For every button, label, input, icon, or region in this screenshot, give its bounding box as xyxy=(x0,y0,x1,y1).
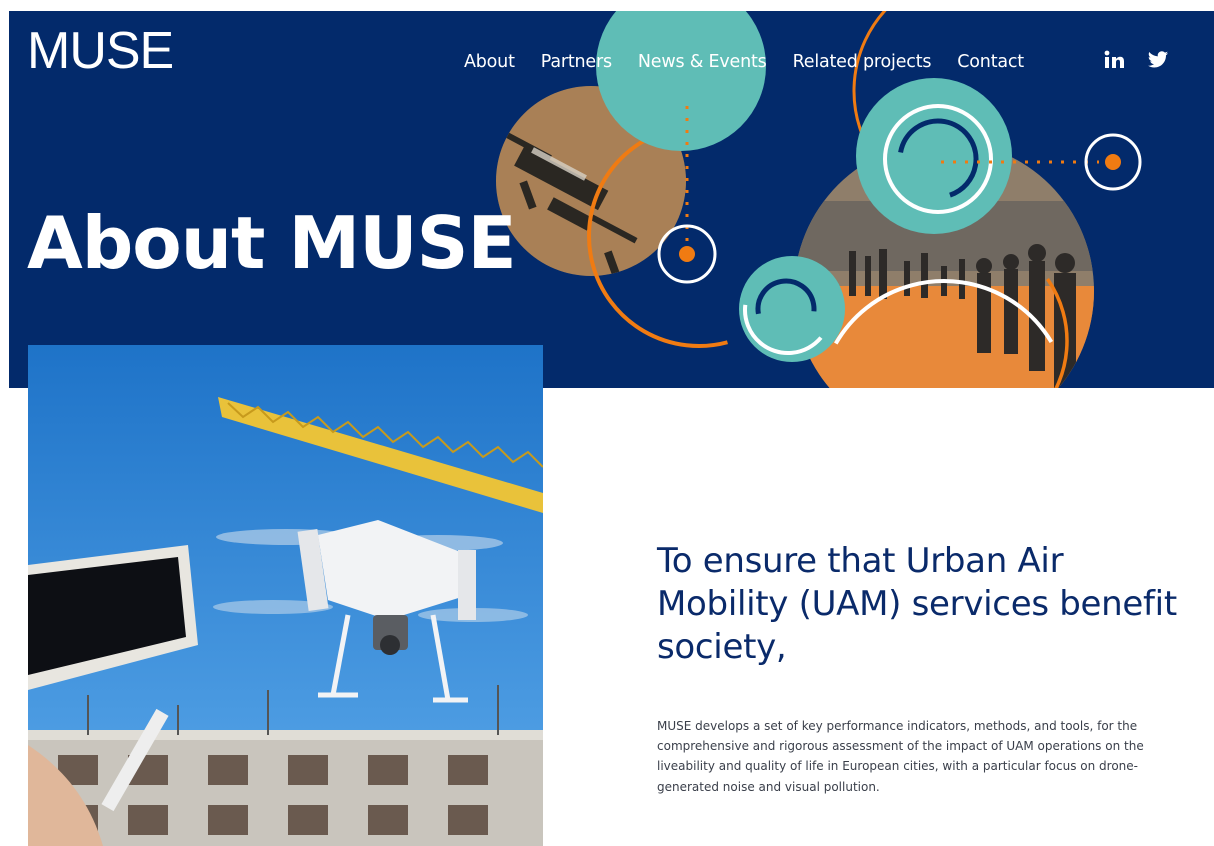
node-dot-left xyxy=(679,246,695,262)
mission-headline: To ensure that Urban Air Mobility (UAM) … xyxy=(657,541,1177,668)
nav-related-projects[interactable]: Related projects xyxy=(793,52,932,72)
node-dot-right xyxy=(1105,154,1121,170)
site-logo[interactable]: MUSE xyxy=(27,25,174,77)
teal-circle-small xyxy=(739,256,845,362)
social-links xyxy=(1103,49,1169,71)
hero-banner: MUSE About Partners News & Events Relate… xyxy=(9,11,1214,388)
twitter-icon[interactable] xyxy=(1147,49,1169,71)
main-nav: About Partners News & Events Related pro… xyxy=(464,52,1024,72)
nav-partners[interactable]: Partners xyxy=(541,52,612,72)
page-title: About MUSE xyxy=(27,201,517,285)
nav-about[interactable]: About xyxy=(464,52,515,72)
nav-contact[interactable]: Contact xyxy=(957,52,1024,72)
mission-description: MUSE develops a set of key performance i… xyxy=(657,718,1144,794)
nav-news-events[interactable]: News & Events xyxy=(638,52,767,72)
mission-section: To ensure that Urban Air Mobility (UAM) … xyxy=(657,540,1177,797)
linkedin-icon[interactable] xyxy=(1103,49,1125,71)
drone-photo xyxy=(28,345,543,846)
